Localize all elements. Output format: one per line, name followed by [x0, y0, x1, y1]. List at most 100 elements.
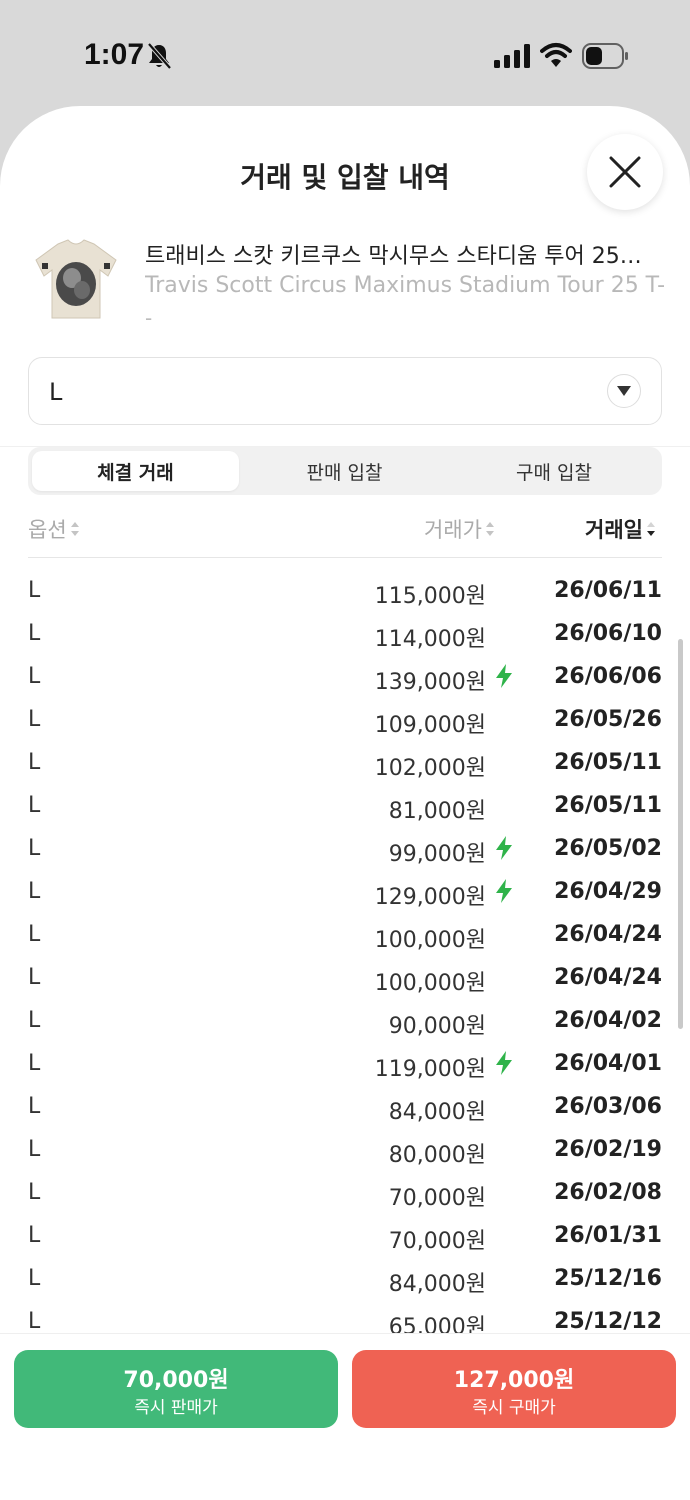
lightning-bolt-icon: [496, 836, 512, 860]
row-price: 65,000원: [388, 1315, 486, 1333]
tab-buy-bids[interactable]: 구매 입찰: [450, 451, 658, 491]
row-option: L: [28, 1180, 41, 1205]
row-option: L: [28, 1223, 41, 1248]
row-option: L: [28, 836, 41, 861]
cellular-signal-icon: [494, 44, 530, 68]
row-price: 100,000원: [374, 971, 486, 996]
column-header-date-label: 거래일: [585, 518, 643, 542]
close-button[interactable]: [587, 134, 663, 210]
battery-icon: [582, 43, 628, 69]
instant-buy-label: 즉시 구매가: [472, 1398, 556, 1418]
scrollbar[interactable]: [678, 639, 683, 1029]
table-row: L 80,000원 26/02/19: [28, 1127, 662, 1170]
row-option: L: [28, 1266, 41, 1291]
row-date: 26/04/29: [554, 879, 662, 904]
row-price: 119,000원: [374, 1057, 486, 1082]
sort-icon: [485, 522, 494, 536]
table-row: L 65,000원 25/12/12: [28, 1299, 662, 1333]
lightning-bolt-icon: [496, 664, 512, 688]
table-row: L 100,000원 26/04/24: [28, 955, 662, 998]
bell-slash-icon: [147, 42, 172, 70]
row-option: L: [28, 578, 41, 603]
sort-desc-icon: [646, 522, 655, 536]
column-header-date[interactable]: 거래일: [585, 514, 656, 544]
row-date: 25/12/12: [554, 1309, 662, 1333]
row-price: 109,000원: [374, 713, 486, 738]
column-header-option[interactable]: 옵션: [28, 514, 80, 544]
table-row: L 102,000원 26/05/11: [28, 740, 662, 783]
row-option: L: [28, 750, 41, 775]
trade-list: L 115,000원 26/06/11 L 114,000원 26/06/10 L 139,0…: [28, 568, 662, 1333]
trade-history-sheet: 거래 및 입찰 내역 트래비스 스캇 키르쿠스 막시무스 스타디움 투어 25……: [0, 106, 690, 1500]
row-price: 100,000원: [374, 928, 486, 953]
product-thumbnail: [28, 226, 124, 332]
row-option: L: [28, 793, 41, 818]
row-price: 84,000원: [388, 1272, 486, 1297]
table-row: L 84,000원 25/12/16: [28, 1256, 662, 1299]
row-price: 114,000원: [374, 627, 486, 652]
row-date: 26/06/11: [554, 578, 662, 603]
triangle-down-icon: [607, 374, 641, 408]
table-row: L 100,000원 26/04/24: [28, 912, 662, 955]
row-date: 26/04/24: [554, 922, 662, 947]
row-price: 80,000원: [388, 1143, 486, 1168]
row-option: L: [28, 965, 41, 990]
row-date: 26/01/31: [554, 1223, 662, 1248]
row-option: L: [28, 1008, 41, 1033]
tab-sell-bids[interactable]: 판매 입찰: [241, 451, 448, 491]
table-row: L 115,000원 26/06/11: [28, 568, 662, 611]
row-date: 26/05/26: [554, 707, 662, 732]
row-price: 129,000원: [374, 885, 486, 910]
row-date: 26/05/11: [554, 793, 662, 818]
row-price: 99,000원: [388, 842, 486, 867]
row-date: 26/02/08: [554, 1180, 662, 1205]
table-row: L 139,000원 26/06/06: [28, 654, 662, 697]
row-option: L: [28, 707, 41, 732]
instant-buy-price: 127,000원: [453, 1368, 575, 1393]
status-time: 1:07: [84, 38, 145, 71]
row-date: 26/06/10: [554, 621, 662, 646]
product-name-korean: 트래비스 스캇 키르쿠스 막시무스 스타디움 투어 25…: [145, 244, 642, 269]
table-header: 옵션 거래가 거래일: [28, 504, 662, 558]
row-price: 70,000원: [388, 1186, 486, 1211]
row-price: 115,000원: [374, 584, 486, 609]
table-row: L 119,000원 26/04/01: [28, 1041, 662, 1084]
size-dropdown-value: L: [49, 378, 63, 406]
instant-buy-button[interactable]: 127,000원 즉시 구매가: [352, 1350, 676, 1428]
table-row: L 70,000원 26/02/08: [28, 1170, 662, 1213]
column-header-option-label: 옵션: [28, 518, 67, 542]
row-price: 84,000원: [388, 1100, 486, 1125]
table-row: L 114,000원 26/06/10: [28, 611, 662, 654]
instant-sell-label: 즉시 판매가: [134, 1398, 218, 1418]
column-header-price[interactable]: 거래가: [424, 514, 495, 544]
table-row: L 109,000원 26/05/26: [28, 697, 662, 740]
row-date: 26/04/01: [554, 1051, 662, 1076]
row-price: 81,000원: [388, 799, 486, 824]
row-price: 139,000원: [374, 670, 486, 695]
row-option: L: [28, 664, 41, 689]
column-header-price-label: 거래가: [424, 518, 482, 542]
row-option: L: [28, 1051, 41, 1076]
lightning-bolt-icon: [496, 1051, 512, 1075]
instant-sell-button[interactable]: 70,000원 즉시 판매가: [14, 1350, 338, 1428]
table-row: L 81,000원 26/05/11: [28, 783, 662, 826]
size-dropdown[interactable]: L: [28, 357, 662, 425]
product-name-english: Travis Scott Circus Maximus Stadium Tour…: [145, 273, 665, 298]
bottom-action-bar: 70,000원 즉시 판매가 127,000원 즉시 구매가: [0, 1333, 690, 1500]
table-row: L 84,000원 26/03/06: [28, 1084, 662, 1127]
wifi-icon: [540, 43, 572, 67]
row-date: 26/04/24: [554, 965, 662, 990]
row-option: L: [28, 879, 41, 904]
row-date: 26/04/02: [554, 1008, 662, 1033]
table-row: L 90,000원 26/04/02: [28, 998, 662, 1041]
table-row: L 129,000원 26/04/29: [28, 869, 662, 912]
row-date: 26/05/11: [554, 750, 662, 775]
row-option: L: [28, 621, 41, 646]
tab-completed-trades[interactable]: 체결 거래: [32, 451, 239, 491]
instant-sell-price: 70,000원: [123, 1368, 229, 1393]
lightning-bolt-icon: [496, 879, 512, 903]
row-price: 70,000원: [388, 1229, 486, 1254]
row-date: 25/12/16: [554, 1266, 662, 1291]
status-bar: 1:07: [0, 0, 690, 106]
row-price: 90,000원: [388, 1014, 486, 1039]
